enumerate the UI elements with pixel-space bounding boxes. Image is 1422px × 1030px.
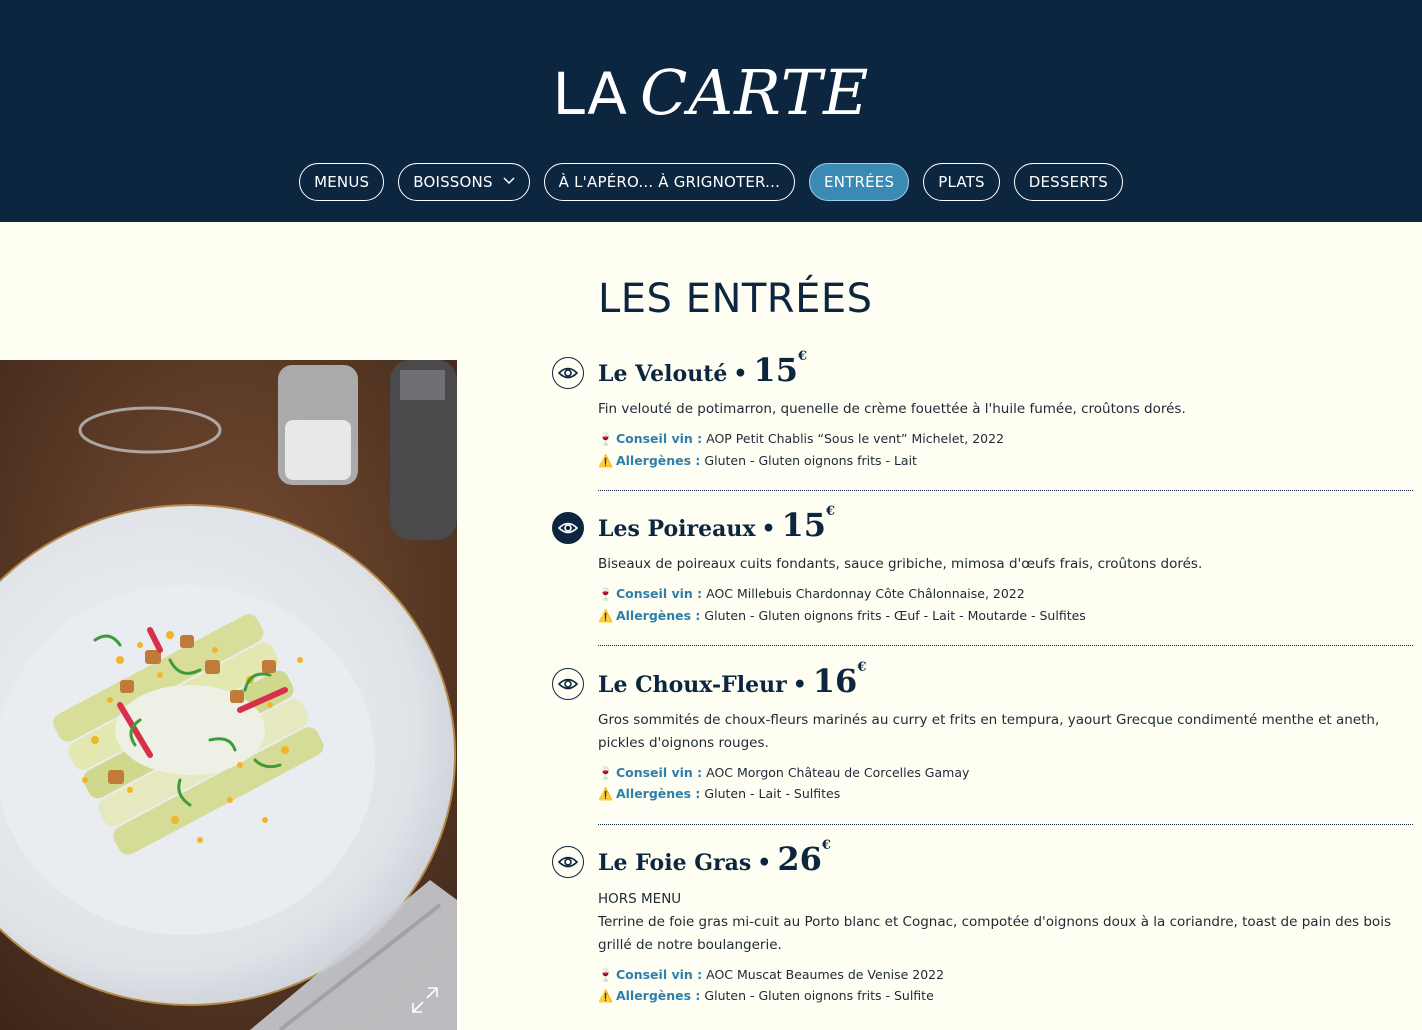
currency: €: [821, 838, 831, 853]
dish-price: 16: [812, 662, 858, 700]
divider: [598, 645, 1413, 646]
expand-icon[interactable]: [410, 985, 440, 1015]
wine-label: Conseil vin :: [615, 431, 703, 446]
nav-menus[interactable]: MENUS: [299, 163, 385, 201]
wine-pairing: 🍷 Conseil vin : AOC Muscat Beaumes de Ven…: [598, 964, 944, 986]
dish-price: 15: [781, 506, 827, 544]
nav-desserts-label: DESSERTS: [1028, 173, 1108, 191]
warning-icon: ⚠️: [598, 787, 613, 801]
dish-price: 15: [753, 351, 798, 389]
nav-menus-label: MENUS: [314, 173, 370, 191]
eye-icon[interactable]: [552, 357, 584, 389]
nav-plats-label: PLATS: [938, 173, 985, 191]
allergens-label: Allergènes :: [615, 786, 701, 801]
wine-label: Conseil vin :: [615, 765, 703, 780]
nav-plats[interactable]: PLATS: [923, 163, 1000, 201]
separator-dot: •: [792, 672, 807, 698]
eye-icon[interactable]: [552, 668, 584, 700]
page-title: LA CARTE: [0, 58, 1422, 144]
dish-photo[interactable]: [0, 360, 457, 1030]
wine-glass-icon: 🍷: [598, 766, 613, 780]
dish-name: Le Velouté: [598, 361, 728, 387]
allergens: ⚠️ Allergènes : Gluten - Gluten oignons f…: [598, 605, 1086, 627]
title-carte: CARTE: [639, 56, 870, 129]
wine-pairing: 🍷 Conseil vin : AOP Petit Chablis “Sous l…: [598, 428, 1004, 450]
allergens-value: Gluten - Gluten oignons frits - Lait: [704, 453, 917, 468]
wine-pairing: 🍷 Conseil vin : AOC Morgon Château de Cor…: [598, 762, 969, 784]
section-title: LES ENTRÉES: [598, 276, 873, 322]
dish-name: Le Choux-Fleur: [598, 672, 787, 698]
wine-value: AOP Petit Chablis “Sous le vent” Michele…: [706, 431, 1005, 446]
wine-pairing: 🍷 Conseil vin : AOC Millebuis Chardonnay …: [598, 583, 1025, 605]
nav-desserts[interactable]: DESSERTS: [1013, 163, 1123, 201]
dish-name: Les Poireaux: [598, 516, 756, 542]
dish-photo-illustration: [0, 360, 457, 1030]
dish-description: Terrine de foie gras mi-cuit au Porto bl…: [598, 914, 1391, 953]
category-nav: MENUS BOISSONS À L'APÉRO... À GRIGNOTER.…: [0, 163, 1422, 201]
allergens: ⚠️ Allergènes : Gluten - Gluten oignons f…: [598, 985, 934, 1007]
allergens-value: Gluten - Gluten oignons frits - Œuf - La…: [704, 608, 1086, 623]
dish-description: Gros sommités de choux-fleurs marinés au…: [598, 712, 1380, 751]
warning-icon: ⚠️: [598, 989, 613, 1003]
header: LA CARTE MENUS BOISSONS À L'APÉRO... À GR…: [0, 0, 1422, 222]
wine-value: AOC Muscat Beaumes de Venise 2022: [706, 967, 945, 982]
allergens-label: Allergènes :: [615, 608, 701, 623]
wine-value: AOC Morgon Château de Corcelles Gamay: [706, 765, 970, 780]
wine-value: AOC Millebuis Chardonnay Côte Châlonnais…: [706, 586, 1025, 601]
allergens-label: Allergènes :: [615, 988, 701, 1003]
separator-dot: •: [761, 516, 776, 542]
nav-boissons[interactable]: BOISSONS: [398, 163, 530, 201]
separator-dot: •: [733, 361, 748, 387]
nav-entrees[interactable]: ENTRÉES: [809, 163, 910, 201]
nav-entrees-label: ENTRÉES: [824, 173, 895, 191]
currency: €: [826, 504, 836, 519]
wine-glass-icon: 🍷: [598, 432, 613, 446]
nav-apero-label: À L'APÉRO... À GRIGNOTER...: [558, 173, 781, 191]
divider: [598, 490, 1413, 491]
warning-icon: ⚠️: [598, 609, 613, 623]
allergens-value: Gluten - Gluten oignons frits - Sulfite: [704, 988, 934, 1003]
eye-icon[interactable]: [552, 846, 584, 878]
divider: [598, 824, 1413, 825]
wine-glass-icon: 🍷: [598, 968, 613, 982]
wine-glass-icon: 🍷: [598, 587, 613, 601]
currency: €: [857, 660, 867, 675]
chevron-down-icon: [503, 175, 515, 188]
allergens-value: Gluten - Lait - Sulfites: [704, 786, 841, 801]
allergens: ⚠️ Allergènes : Gluten - Gluten oignons f…: [598, 450, 917, 472]
warning-icon: ⚠️: [598, 454, 613, 468]
nav-boissons-label: BOISSONS: [413, 173, 493, 191]
allergens: ⚠️ Allergènes : Gluten - Lait - Sulfites: [598, 783, 840, 805]
dish-heading: Le Choux-Fleur • 16€: [598, 660, 867, 700]
dish-description: Fin velouté de potimarron, quenelle de c…: [598, 401, 1186, 417]
dish-name: Le Foie Gras: [598, 850, 752, 876]
currency: €: [797, 349, 807, 364]
eye-icon[interactable]: [552, 512, 584, 544]
dish-heading: Le Foie Gras • 26€: [598, 838, 831, 878]
allergens-label: Allergènes :: [615, 453, 701, 468]
title-la: LA: [552, 60, 628, 128]
dish-heading: Les Poireaux • 15€: [598, 504, 836, 544]
wine-label: Conseil vin :: [615, 586, 703, 601]
separator-dot: •: [757, 850, 772, 876]
wine-label: Conseil vin :: [615, 967, 703, 982]
dish-heading: Le Velouté • 15€: [598, 349, 807, 389]
dish-description: Biseaux de poireaux cuits fondants, sauc…: [598, 556, 1203, 572]
dish-price: 26: [777, 840, 822, 878]
dish-note: HORS MENU: [598, 891, 682, 907]
nav-apero[interactable]: À L'APÉRO... À GRIGNOTER...: [543, 163, 796, 201]
